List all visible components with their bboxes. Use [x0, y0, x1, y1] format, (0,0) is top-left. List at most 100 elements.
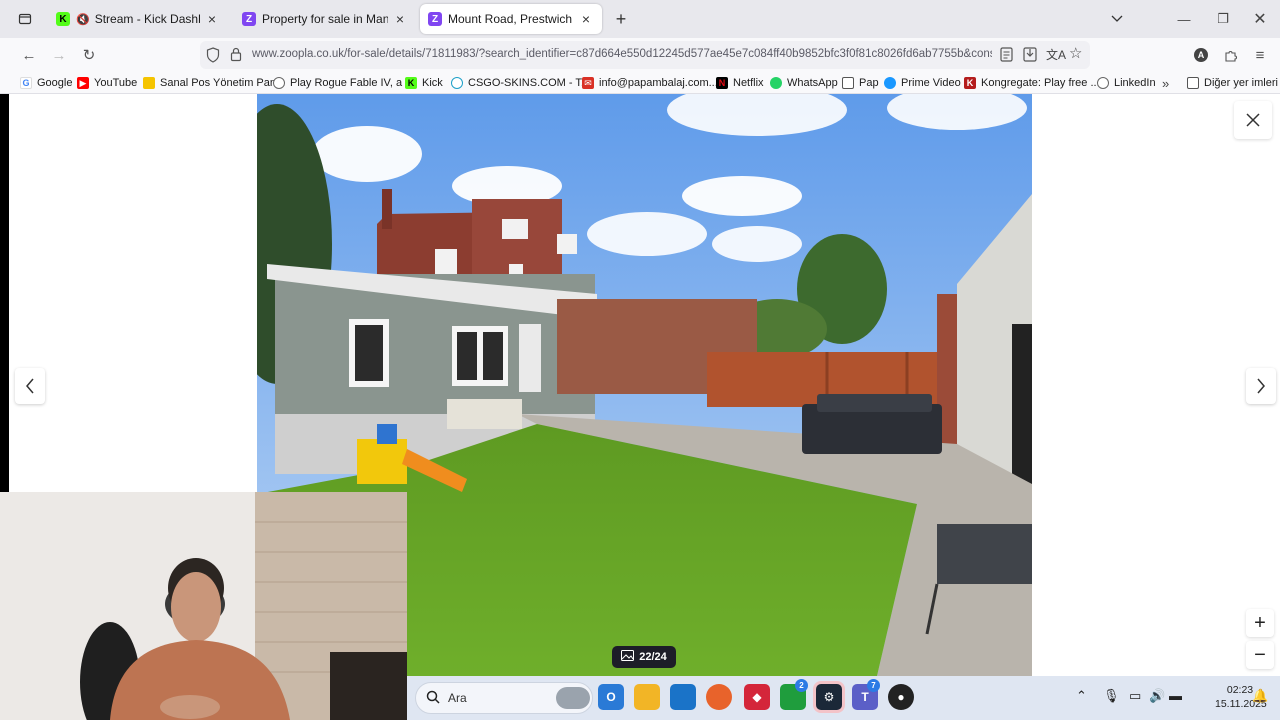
- menu-hamburger-icon[interactable]: ≡: [1248, 43, 1272, 67]
- shield-icon[interactable]: [206, 47, 220, 68]
- bookmark-label: Play Rogue Fable IV, a ...: [290, 77, 415, 89]
- tab-kick-dashboard[interactable]: K 🔇 Stream - Kick Dashboard ×: [48, 4, 228, 34]
- zoopla-favicon-icon: Z: [428, 12, 442, 26]
- translate-icon[interactable]: 文A: [1046, 46, 1066, 63]
- bookmark-label: info@papambalaj.com...: [599, 77, 718, 89]
- google-icon: G: [20, 77, 32, 89]
- bookmark-linkedin[interactable]: LinkedIn: [1097, 75, 1156, 91]
- bookmark-prime-video[interactable]: Prime Video: [884, 75, 961, 91]
- other-bookmarks-folder[interactable]: Diğer yer imleri: [1187, 75, 1278, 91]
- next-photo-chevron-right-icon[interactable]: [1246, 368, 1276, 404]
- whatsapp-icon: [770, 77, 782, 89]
- bookmarks-overflow-chevron-icon[interactable]: »: [1162, 75, 1169, 91]
- tab-strip: K 🔇 Stream - Kick Dashboard × Z Property…: [0, 0, 1280, 38]
- youtube-icon: ▶: [77, 77, 89, 89]
- bookmark-label: Pap: [859, 77, 879, 89]
- address-bar[interactable]: www.zoopla.co.uk/for-sale/details/718119…: [200, 41, 1090, 69]
- card-icon: [143, 77, 155, 89]
- network-icon[interactable]: ▭: [1129, 688, 1141, 704]
- zoom-out-minus-icon[interactable]: −: [1246, 641, 1274, 669]
- account-avatar[interactable]: A: [1189, 43, 1213, 67]
- netflix-icon: N: [716, 77, 728, 89]
- restore-icon[interactable]: ❐: [1203, 6, 1243, 32]
- new-tab-plus-icon[interactable]: +: [610, 8, 632, 30]
- tab-mount-road[interactable]: Z Mount Road, Prestwich M25, 3 B ×: [420, 4, 602, 34]
- webcam-person-illustration: [0, 492, 407, 720]
- taskbar-search-box[interactable]: Ara: [415, 682, 593, 714]
- xbox-badge: 2: [795, 679, 808, 692]
- tab-close-icon[interactable]: ×: [578, 11, 594, 27]
- extensions-puzzle-icon[interactable]: [1219, 43, 1243, 67]
- kick-favicon-icon: K: [56, 12, 70, 26]
- save-page-icon[interactable]: [1023, 47, 1037, 67]
- muted-speaker-icon[interactable]: 🔇: [76, 13, 90, 26]
- tab-list-icon[interactable]: [14, 8, 36, 30]
- file-explorer-icon[interactable]: [634, 684, 660, 710]
- bookmark-pap-folder[interactable]: Pap: [842, 75, 879, 91]
- lock-icon[interactable]: [230, 47, 242, 67]
- bookmark-csgo-skins[interactable]: CSGO-SKINS.COM - T...: [451, 75, 590, 91]
- photo-counter-text: 22/24: [639, 651, 667, 663]
- bookmark-netflix[interactable]: N Netflix: [716, 75, 764, 91]
- bookmark-mail[interactable]: ✉ info@papambalaj.com...: [582, 75, 718, 91]
- bookmark-sanal-pos[interactable]: Sanal Pos Yönetim Pan...: [143, 75, 285, 91]
- prime-icon: [884, 77, 896, 89]
- obs-icon[interactable]: ●: [888, 684, 914, 710]
- search-placeholder: Ara: [448, 691, 467, 705]
- tab-title: Stream - Kick Dashboard: [94, 12, 200, 26]
- bookmark-google[interactable]: G Google: [20, 75, 72, 91]
- notification-bell-icon[interactable]: 🔔: [1252, 688, 1268, 704]
- tab-close-icon[interactable]: ×: [204, 11, 220, 27]
- close-gallery-icon[interactable]: [1234, 101, 1272, 139]
- back-arrow-icon[interactable]: ←: [17, 43, 41, 67]
- teams-badge: 7: [867, 679, 880, 692]
- tab-title: Mount Road, Prestwich M25, 3 B: [448, 12, 574, 26]
- other-bookmarks-label: Diğer yer imleri: [1204, 77, 1278, 89]
- anydesk-icon[interactable]: ◆: [744, 684, 770, 710]
- bookmark-kick[interactable]: K Kick: [405, 75, 443, 91]
- folder-icon: [1187, 77, 1199, 89]
- bookmark-label: Sanal Pos Yönetim Pan...: [160, 77, 286, 89]
- xbox-icon[interactable]: 2: [780, 679, 808, 710]
- globe-icon: [1097, 77, 1109, 89]
- reload-icon[interactable]: ↻: [77, 43, 101, 67]
- tab-close-icon[interactable]: ×: [392, 11, 408, 27]
- navigation-bar: ← → ↻ www.zoopla.co.uk/for-sale/details/…: [0, 38, 1280, 72]
- bookmark-kongregate[interactable]: K Kongregate: Play free ...: [964, 75, 1100, 91]
- bookmark-whatsapp[interactable]: WhatsApp: [770, 75, 838, 91]
- firefox-icon[interactable]: [706, 684, 732, 710]
- bookmark-label: Google: [37, 77, 73, 89]
- outlook-icon[interactable]: O: [598, 684, 624, 710]
- bookmark-label: CSGO-SKINS.COM - T...: [468, 77, 591, 89]
- tab-property-for-sale[interactable]: Z Property for sale in Manchester ×: [234, 4, 416, 34]
- kongregate-icon: K: [964, 77, 976, 89]
- volume-icon[interactable]: 🔊: [1149, 688, 1165, 704]
- zoopla-favicon-icon: Z: [242, 12, 256, 26]
- bookmark-rogue-fable[interactable]: Play Rogue Fable IV, a ...: [273, 75, 414, 91]
- microsoft-store-icon[interactable]: [670, 684, 696, 710]
- left-edge-strip: [0, 94, 9, 492]
- zoom-in-plus-icon[interactable]: +: [1246, 609, 1274, 637]
- minimize-icon[interactable]: —: [1164, 6, 1204, 32]
- reader-view-icon[interactable]: [1000, 47, 1013, 67]
- account-initial: A: [1194, 48, 1208, 62]
- previous-photo-chevron-left-icon[interactable]: [15, 368, 45, 404]
- chevron-down-icon[interactable]: [1106, 8, 1128, 30]
- search-highlight-icon: [556, 687, 590, 709]
- battery-icon[interactable]: ▬: [1169, 688, 1182, 703]
- microphone-icon[interactable]: 🎙: [1103, 688, 1120, 704]
- search-icon: [426, 690, 440, 709]
- url-text[interactable]: www.zoopla.co.uk/for-sale/details/718119…: [252, 48, 992, 60]
- bookmark-youtube[interactable]: ▶ YouTube: [77, 75, 137, 91]
- tray-chevron-up-icon[interactable]: ⌃: [1076, 688, 1087, 704]
- bookmark-label: Kick: [422, 77, 443, 89]
- steam-icon[interactable]: ⚙: [816, 684, 842, 710]
- mail-icon: ✉: [582, 77, 594, 89]
- window-close-icon[interactable]: ✕: [1240, 6, 1280, 32]
- bookmark-star-icon[interactable]: ☆: [1069, 44, 1082, 62]
- forward-arrow-icon[interactable]: →: [47, 43, 71, 67]
- webcam-overlay: [0, 492, 407, 720]
- teams-icon[interactable]: T 7: [852, 679, 880, 710]
- bookmark-label: YouTube: [94, 77, 138, 89]
- image-icon: [621, 650, 635, 664]
